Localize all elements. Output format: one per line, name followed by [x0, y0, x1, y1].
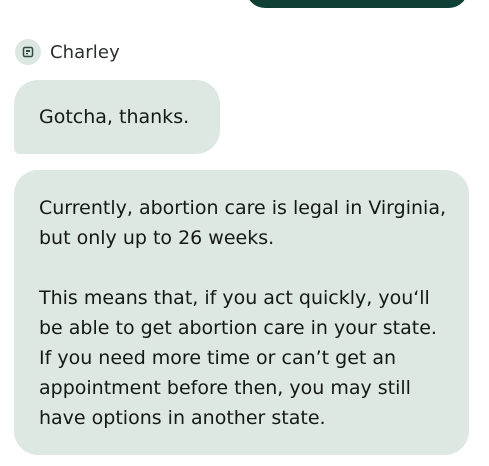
chat-bot-icon — [22, 46, 34, 58]
message-text: Gotcha, thanks. — [39, 106, 190, 128]
message-paragraph: This means that, if you act quickly, you… — [39, 287, 437, 429]
avatar — [15, 39, 41, 65]
message-bubble: Gotcha, thanks. — [14, 80, 220, 154]
sender-name: Charley — [50, 41, 120, 63]
chat-screen: Charley Gotcha, thanks. Currently, abort… — [0, 0, 489, 466]
sender-header: Charley — [15, 38, 120, 66]
message-bubble: Currently, abortion care is legal in Vir… — [14, 170, 469, 455]
outgoing-message-bubble — [246, 0, 468, 8]
message-paragraph: Currently, abortion care is legal in Vir… — [39, 197, 446, 249]
